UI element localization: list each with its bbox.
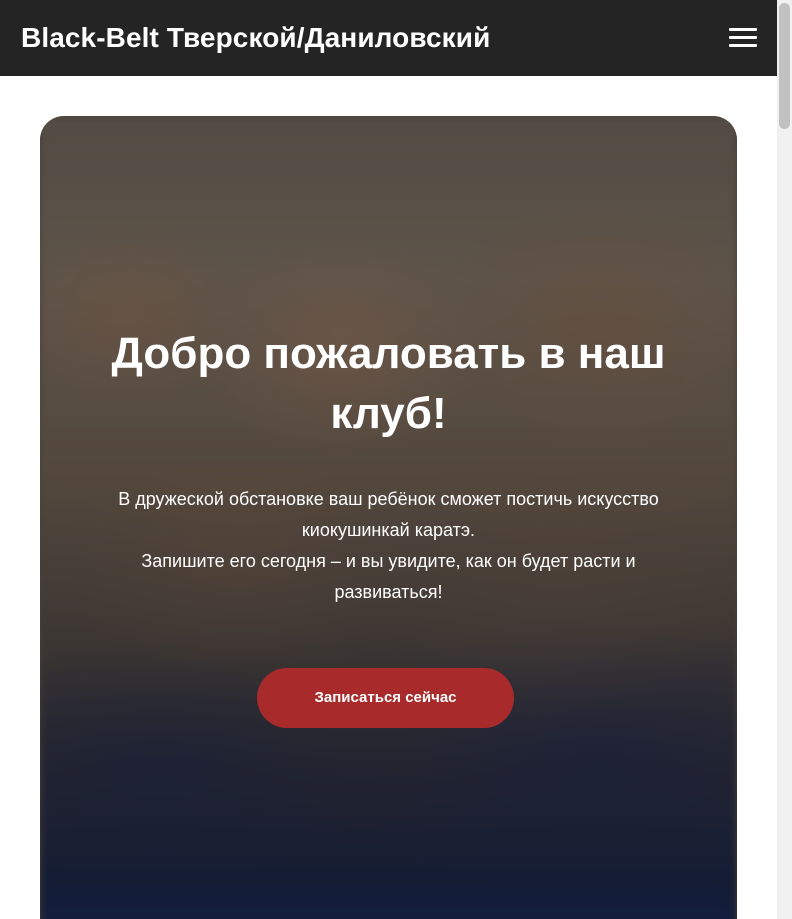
hero-description: В дружеской обстановке ваш ребёнок сможе… xyxy=(100,484,677,608)
scrollbar-thumb[interactable] xyxy=(779,3,790,129)
hero-description-line-2: Запишите его сегодня – и вы увидите, как… xyxy=(141,551,636,602)
page: Black-Belt Тверской/Даниловский Добро по… xyxy=(0,0,792,919)
menu-bar-middle xyxy=(729,36,757,39)
menu-bar-top xyxy=(729,28,757,31)
menu-bar-bottom xyxy=(729,44,757,47)
hero-description-line-1: В дружеской обстановке ваш ребёнок сможе… xyxy=(118,489,659,540)
hamburger-menu-icon[interactable] xyxy=(722,20,764,56)
page-scrollbar[interactable] xyxy=(777,0,792,919)
site-header: Black-Belt Тверской/Даниловский xyxy=(0,0,777,76)
site-title[interactable]: Black-Belt Тверской/Даниловский xyxy=(21,19,490,57)
hero-section: Добро пожаловать в наш клуб! В дружеской… xyxy=(40,116,737,919)
hero-heading: Добро пожаловать в наш клуб! xyxy=(111,329,666,438)
signup-now-button[interactable]: Записаться сейчас xyxy=(257,668,514,728)
